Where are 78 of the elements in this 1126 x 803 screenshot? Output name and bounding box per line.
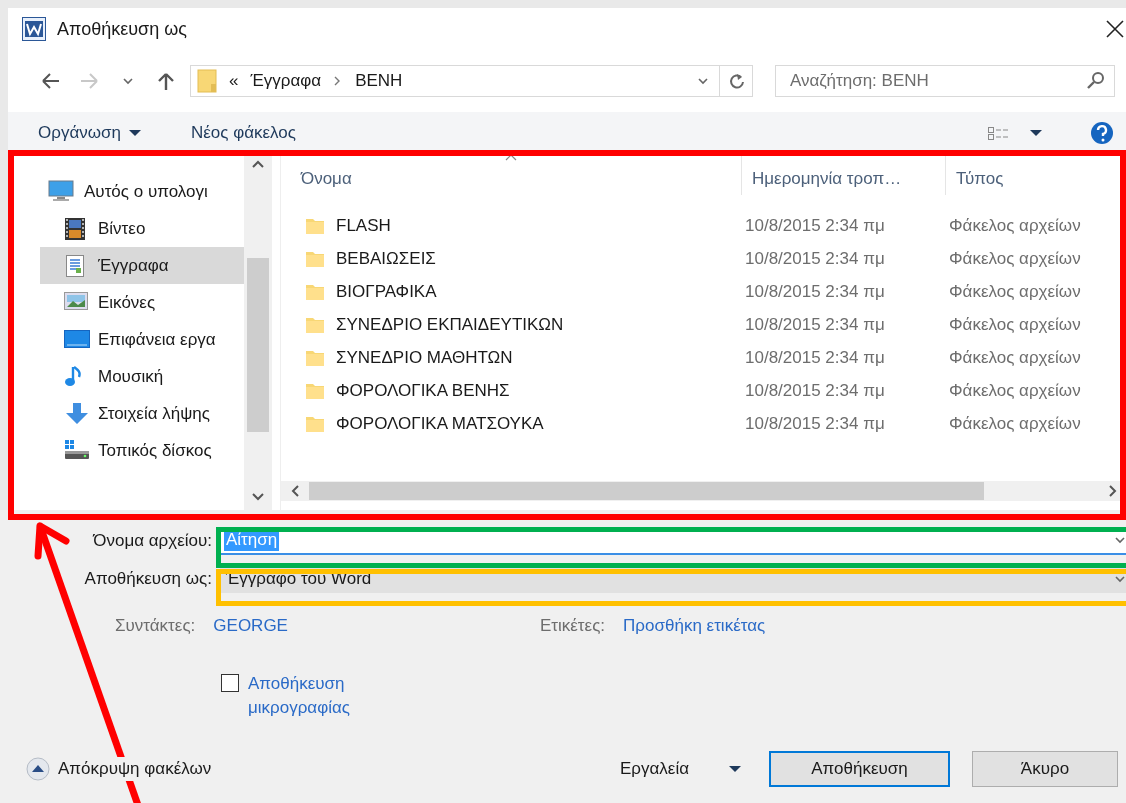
sort-up-icon [505,154,517,161]
table-cell-text: 10/8/2015 2:34 πμ [745,380,886,401]
table-cell-text: Φάκελος αρχείων [949,380,1082,401]
table-cell-text: 10/8/2015 2:34 πμ [745,281,886,302]
file-name: ΒΕΒΑΙΩΣΕΙΣ [336,248,436,269]
caret-icon[interactable] [1030,130,1042,136]
checkbox-label[interactable]: Αποθήκευση μικρογραφίας [248,672,388,720]
table-cell-text: Φάκελος αρχείων [949,314,1082,335]
file-row[interactable]: ΦΟΡΟΛΟΓΙΚΑ ΒΕΝΗΣ 10/8/2015 2:34 πμ Φάκελος αρχείων [281,374,1126,407]
file-name: ΣΥΝΕΔΡΙΟ ΜΑΘΗΤΩΝ [336,347,513,368]
overflow-chevron[interactable]: « [229,71,239,91]
file-row[interactable]: ΦΟΡΟΛΟΓΙΚΑ ΜΑΤΣΟΥΚΑ 10/8/2015 2:34 πμ Φάκελος αρχείων [281,407,1126,440]
column-header[interactable]: Τύπος [946,153,1126,195]
table-cell-text: Φάκελος αρχείων [949,215,1082,236]
sidebar-item[interactable]: Αυτός ο υπολογι [8,173,244,210]
close-icon[interactable] [1106,20,1124,38]
sidebar-item[interactable]: Επιφάνεια εργα [40,321,244,358]
chevron-right-icon[interactable] [333,75,342,87]
table-cell-text: 10/8/2015 2:34 πμ [745,215,886,236]
search-icon[interactable] [1086,71,1106,91]
table-cell-text: 10/8/2015 2:34 πμ [745,347,886,368]
column-header[interactable]: Όνομα [281,153,741,195]
field-label: Όνομα αρχείου: [91,531,212,551]
scroll-thumb[interactable] [309,482,984,500]
breadcrumb[interactable]: ΒΕΝΗ [355,71,403,91]
view-icon[interactable] [988,126,1008,140]
monitor-icon [48,179,74,204]
chevron-down-icon[interactable] [697,76,709,86]
window-title: Αποθήκευση ως [57,18,187,40]
sidebar-item[interactable]: Τοπικός δίσκος [40,432,244,469]
table-cell-text: Φάκελος αρχείων [949,413,1082,434]
folder-icon [197,69,217,93]
file-row[interactable]: ΒΕΒΑΙΩΣΕΙΣ 10/8/2015 2:34 πμ Φάκελος αρχείων [281,242,1126,275]
help-icon[interactable] [1090,121,1114,145]
breadcrumb[interactable]: Έγγραφα [250,71,322,91]
sidebar-item[interactable]: Στοιχεία λήψης [40,395,244,432]
scroll-thumb[interactable] [247,258,269,432]
chevron-down-icon [1114,574,1126,584]
sidebar-item[interactable]: Εικόνες [40,284,244,321]
table-cell-text: 10/8/2015 2:34 πμ [745,248,886,269]
checkbox[interactable] [221,674,239,692]
file-name: ΣΥΝΕΔΡΙΟ ΕΚΠΑΙΔΕΥΤΙΚΩΝ [336,314,564,335]
file-name: ΦΟΡΟΛΟΓΙΚΑ ΜΑΤΣΟΥΚΑ [336,413,544,434]
chevron-down-icon[interactable] [1114,535,1126,545]
file-row[interactable]: FLASH 10/8/2015 2:34 πμ Φάκελος αρχείων [281,209,1126,242]
table-cell-text: 10/8/2015 2:34 πμ [745,314,886,335]
sidebar-item[interactable]: Μουσική [40,358,244,395]
sidebar-item[interactable]: Έγγραφα [40,247,244,284]
tools-button[interactable]: Εργαλεία [619,759,741,779]
new-folder-button[interactable]: Νέος φάκελος [190,123,296,143]
address-bar[interactable]: « Έγγραφα ΒΕΝΗ [190,65,753,97]
sidebar-item[interactable]: Βίντεο [40,210,244,247]
author-link[interactable]: GEORGE [213,616,288,636]
file-row[interactable]: ΣΥΝΕΔΡΙΟ ΕΚΠΑΙΔΕΥΤΙΚΩΝ 10/8/2015 2:34 πμ Φάκελος αρχείων [281,308,1126,341]
refresh-icon[interactable] [727,72,745,90]
field-label: Αποθήκευση ως: [83,569,212,589]
table-cell-text: Φάκελος αρχείων [949,248,1082,269]
organize-button[interactable]: Οργάνωση [38,123,141,143]
file-row[interactable]: ΒΙΟΓΡΑΦΙΚΑ 10/8/2015 2:34 πμ Φάκελος αρχείων [281,275,1126,308]
download-arrow-icon [64,401,90,426]
add-tag-link[interactable]: Προσθήκη ετικέτας [623,616,766,636]
table-cell-text: 10/8/2015 2:34 πμ [745,413,886,434]
collapse-up-icon [26,757,50,781]
file-name: ΒΙΟΓΡΑΦΙΚΑ [336,281,437,302]
column-header[interactable]: Ημερομηνία τροπ… [741,153,946,195]
file-row[interactable]: ΣΥΝΕΔΡΙΟ ΜΑΘΗΤΩΝ 10/8/2015 2:34 πμ Φάκελος αρχείων [281,341,1126,374]
file-name: ΦΟΡΟΛΟΓΙΚΑ ΒΕΝΗΣ [336,380,510,401]
field-label: Ετικέτες: [539,616,606,636]
word-icon [22,17,46,41]
cancel-button[interactable]: Άκυρο [972,751,1118,787]
file-name: FLASH [336,215,391,236]
search-field[interactable]: Αναζήτηση: ΒΕΝΗ [775,65,1115,97]
save-button[interactable]: Αποθήκευση [769,751,950,787]
table-cell-text: Φάκελος αρχείων [949,347,1082,368]
caret-icon [128,130,141,136]
field-label: Συντάκτες: [115,616,196,636]
table-cell-text: Φάκελος αρχείων [949,281,1082,302]
caret-icon [729,766,741,772]
